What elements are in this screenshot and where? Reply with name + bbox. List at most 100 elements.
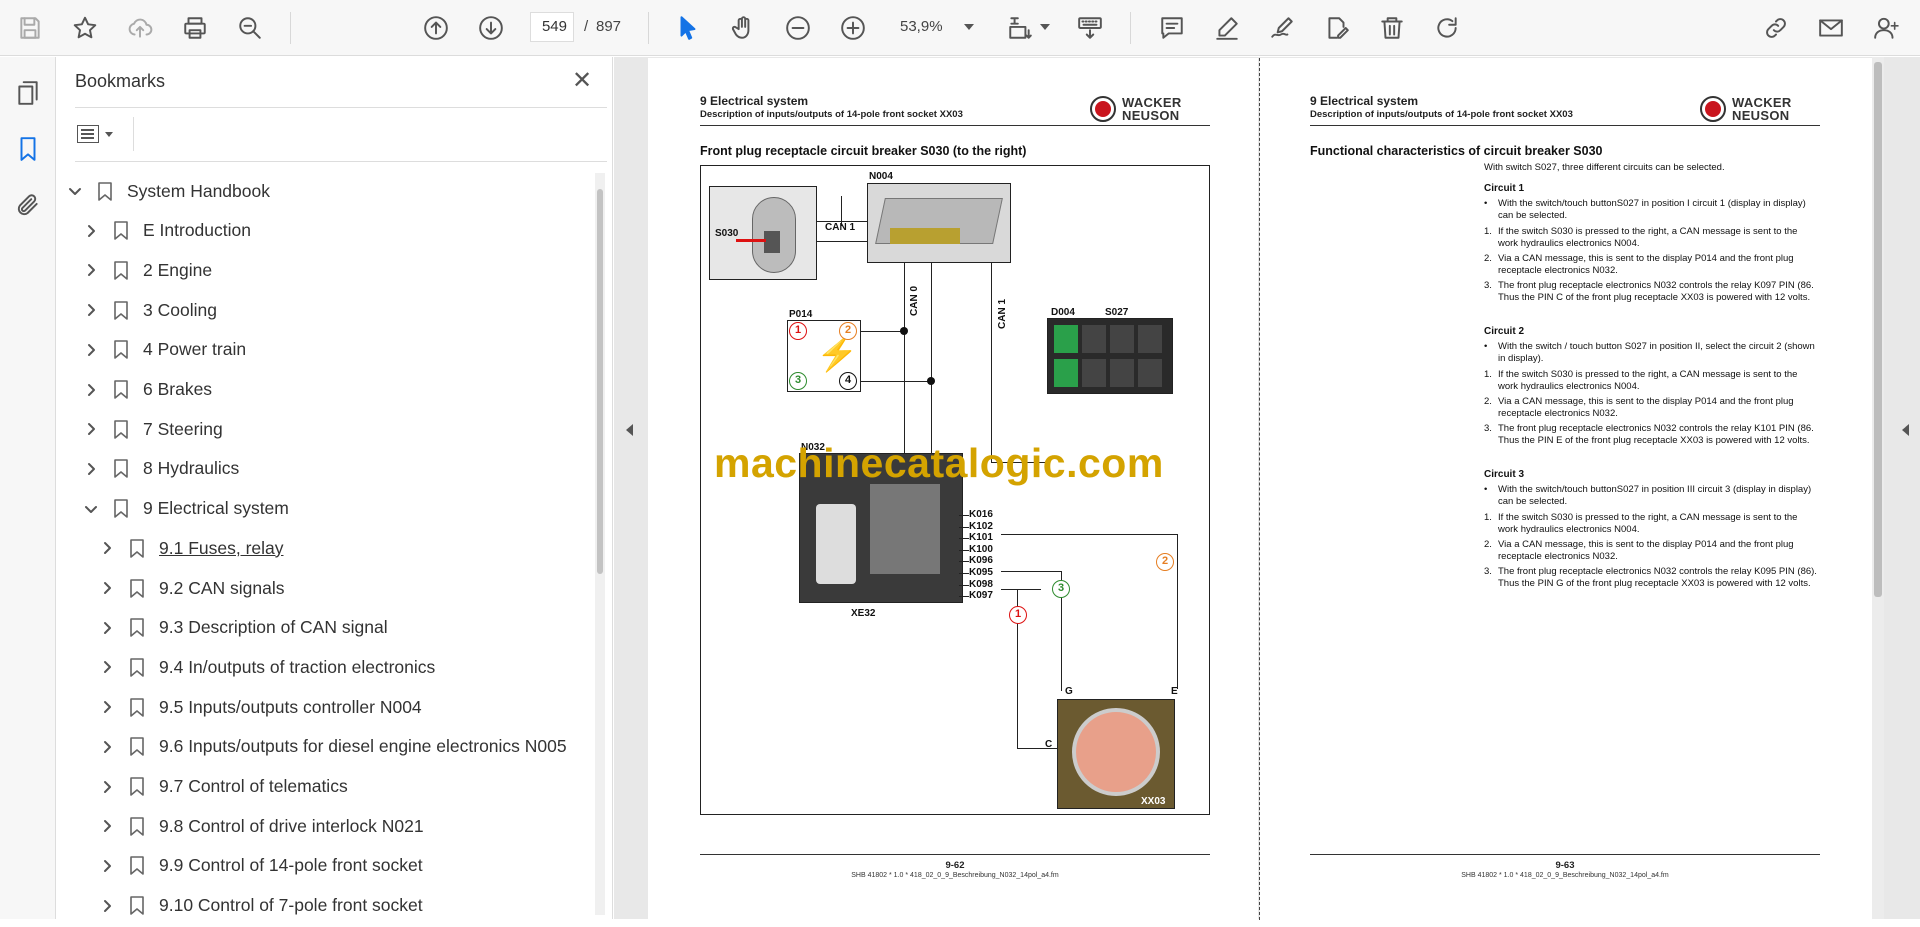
bookmark-item[interactable]: 9.2 CAN signals [97, 570, 284, 606]
select-cursor-icon[interactable] [670, 10, 706, 46]
bookmark-icon [111, 340, 131, 360]
right-page-chapter: 9 Electrical system [1310, 94, 1419, 108]
bookmark-label: 4 Power train [143, 339, 247, 360]
share-link-icon[interactable] [1758, 10, 1794, 46]
draw-icon[interactable] [1264, 10, 1300, 46]
relay-label: K098 [969, 578, 993, 590]
relay-label: K101 [969, 532, 993, 544]
bookmark-item[interactable]: 9.6 Inputs/outputs for diesel engine ele… [97, 729, 567, 765]
circuit-heading: Circuit 1 [1484, 183, 1525, 194]
bookmark-icon [127, 737, 147, 757]
chevron-right-icon[interactable] [97, 618, 117, 638]
chevron-right-icon[interactable] [81, 340, 101, 360]
bookmark-item[interactable]: System Handbook [65, 173, 270, 209]
chevron-down-icon[interactable] [81, 499, 101, 519]
bookmark-item[interactable]: 3 Cooling [81, 292, 217, 328]
bookmark-item[interactable]: 9.3 Description of CAN signal [97, 610, 388, 646]
chevron-right-icon[interactable] [81, 300, 101, 320]
upload-cloud-icon[interactable] [122, 10, 158, 46]
chevron-right-icon[interactable] [81, 380, 101, 400]
collapse-left-panel-icon[interactable] [626, 424, 633, 436]
user-account-icon[interactable] [1868, 10, 1904, 46]
circuit-marker-1: 1 [1009, 606, 1027, 624]
chevron-right-icon[interactable] [81, 419, 101, 439]
bookmark-icon [127, 816, 147, 836]
bookmark-options-button[interactable] [77, 119, 121, 149]
bookmark-label: 9.2 CAN signals [159, 577, 285, 598]
bookmark-item[interactable]: 7 Steering [81, 411, 223, 447]
find-zoom-icon[interactable] [232, 10, 268, 46]
bookmark-item[interactable]: 9 Electrical system [81, 491, 289, 527]
comment-icon[interactable] [1154, 10, 1190, 46]
fill-sign-icon[interactable] [1319, 10, 1355, 46]
bookmark-label: E Introduction [143, 220, 251, 241]
rotate-icon[interactable] [1429, 10, 1465, 46]
bookmark-item[interactable]: E Introduction [81, 213, 251, 249]
bookmark-item[interactable]: 6 Brakes [81, 372, 212, 408]
keyboard-scroll-icon[interactable] [1072, 10, 1108, 46]
chevron-right-icon[interactable] [97, 578, 117, 598]
label-pin-c: C [1045, 739, 1053, 750]
zoom-in-icon[interactable] [835, 10, 871, 46]
bookmark-item[interactable]: 2 Engine [81, 252, 212, 288]
bookmark-item[interactable]: 8 Hydraulics [81, 451, 239, 487]
label-can1-b: CAN 1 [997, 298, 1008, 329]
chevron-right-icon[interactable] [97, 816, 117, 836]
page-fit-icon[interactable] [1002, 10, 1038, 46]
chevron-right-icon[interactable] [97, 657, 117, 677]
wacker-neuson-logo: WACKER NEUSON [1090, 96, 1182, 122]
label-pin-g: G [1065, 686, 1073, 697]
page-fit-dropdown-arrow-icon[interactable] [1040, 24, 1050, 30]
bookmark-item[interactable]: 9.7 Control of telematics [97, 769, 348, 805]
bookmark-item[interactable]: 9.9 Control of 14-pole front socket [97, 848, 423, 884]
chevron-right-icon[interactable] [97, 896, 117, 916]
bookmark-item[interactable]: 9.1 Fuses, relay [97, 530, 284, 566]
circuit-marker-2: 2 [1156, 553, 1174, 571]
page-number-input[interactable]: 549 [530, 12, 574, 42]
hand-tool-icon[interactable] [725, 10, 761, 46]
page-separator: / [584, 18, 589, 35]
chevron-right-icon[interactable] [81, 221, 101, 241]
socket-xx03-image [1057, 699, 1175, 809]
expand-right-panel-icon[interactable] [1902, 424, 1909, 436]
previous-page-icon[interactable] [418, 10, 454, 46]
close-icon[interactable]: ✕ [572, 69, 592, 93]
chevron-right-icon[interactable] [97, 737, 117, 757]
delete-icon[interactable] [1374, 10, 1410, 46]
chevron-right-icon[interactable] [97, 538, 117, 558]
highlight-icon[interactable] [1209, 10, 1245, 46]
label-xe32: XE32 [851, 608, 876, 619]
chevron-right-icon[interactable] [81, 260, 101, 280]
bookmark-item[interactable]: 4 Power train [81, 332, 246, 368]
chevron-right-icon[interactable] [97, 777, 117, 797]
chevron-right-icon[interactable] [97, 856, 117, 876]
left-page-number: 9-62 [945, 860, 965, 871]
next-page-icon[interactable] [473, 10, 509, 46]
bookmark-item[interactable]: 9.5 Inputs/outputs controller N004 [97, 689, 422, 725]
label-p014: P014 [789, 309, 813, 320]
zoom-dropdown-arrow-icon[interactable] [964, 24, 974, 30]
page-thumbnails-icon[interactable] [10, 75, 46, 111]
chevron-right-icon[interactable] [97, 697, 117, 717]
relay-label: K100 [969, 543, 993, 555]
bookmark-item[interactable]: 9.8 Control of drive interlock N021 [97, 808, 424, 844]
bookmark-label: System Handbook [127, 180, 270, 201]
star-icon[interactable] [67, 10, 103, 46]
bookmark-item[interactable]: 9.4 In/outputs of traction electronics [97, 649, 435, 685]
bookmark-icon [127, 538, 147, 558]
list-options-icon [77, 125, 99, 143]
wacker-neuson-logo-right: WACKER NEUSON [1700, 96, 1792, 122]
chevron-right-icon[interactable] [81, 459, 101, 479]
save-icon[interactable] [12, 10, 48, 46]
bookmark-scrollbar-thumb[interactable] [597, 189, 603, 574]
p014-pin-2: 2 [839, 322, 857, 340]
panel-title: Bookmarks [75, 71, 166, 91]
print-icon[interactable] [177, 10, 213, 46]
document-scrollbar-thumb[interactable] [1874, 62, 1882, 597]
zoom-out-icon[interactable] [780, 10, 816, 46]
email-icon[interactable] [1813, 10, 1849, 46]
bookmarks-panel-icon[interactable] [10, 131, 46, 167]
chevron-down-icon[interactable] [65, 181, 85, 201]
bookmark-item[interactable]: 9.10 Control of 7-pole front socket [97, 888, 423, 917]
attachments-icon[interactable] [10, 187, 46, 223]
